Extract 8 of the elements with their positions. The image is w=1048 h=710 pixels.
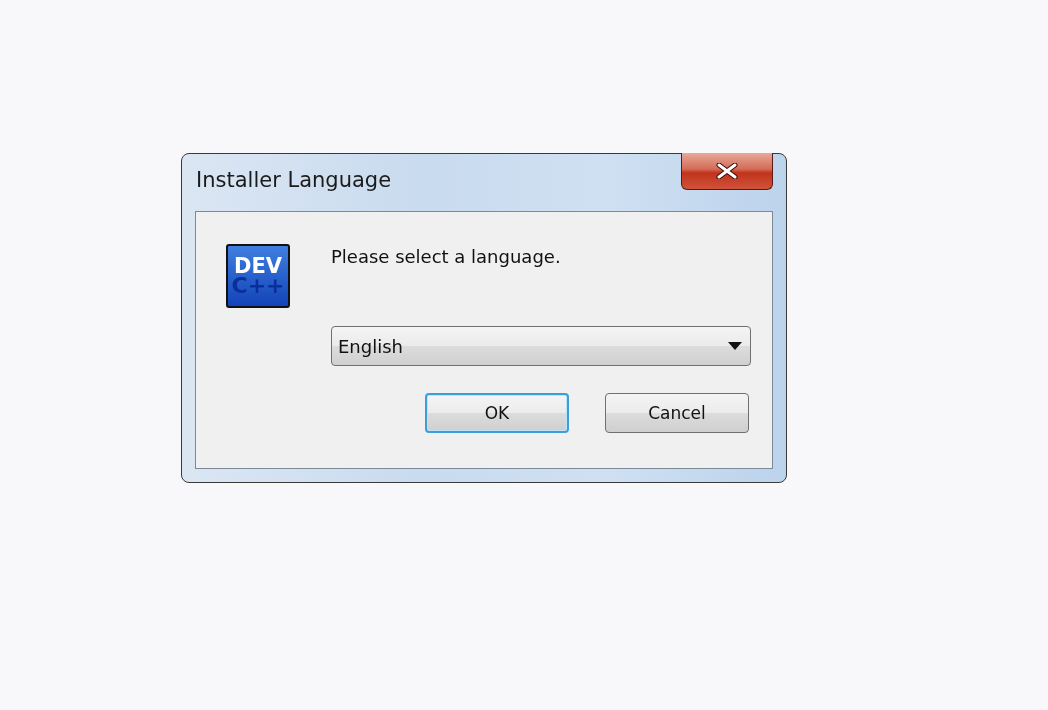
cancel-button[interactable]: Cancel (605, 393, 749, 433)
window-title: Installer Language (196, 168, 392, 192)
ok-button[interactable]: OK (425, 393, 569, 433)
language-dropdown[interactable]: English (331, 326, 751, 366)
close-icon (716, 163, 738, 179)
prompt-text: Please select a language. (331, 246, 562, 267)
caret-icon (728, 342, 742, 350)
close-button[interactable] (681, 153, 773, 190)
